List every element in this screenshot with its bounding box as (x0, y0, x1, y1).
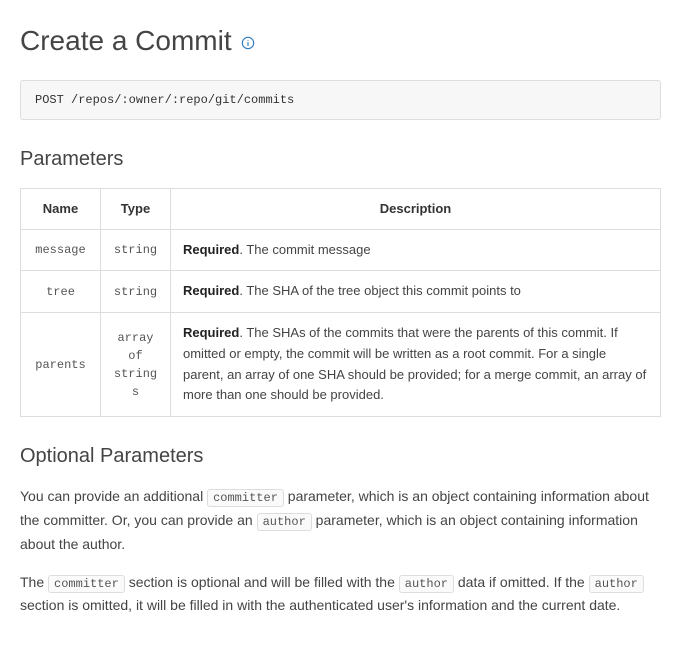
page-title-text: Create a Commit (20, 20, 232, 62)
param-desc: Required. The SHA of the tree object thi… (171, 271, 661, 313)
optional-paragraph-2: The committer section is optional and wi… (20, 571, 661, 619)
param-type: string (101, 271, 171, 313)
col-name: Name (21, 189, 101, 230)
page-title: Create a Commit (20, 20, 661, 62)
optional-parameters-heading: Optional Parameters (20, 441, 661, 471)
required-label: Required (183, 325, 239, 340)
text-segment: You can provide an additional (20, 488, 207, 504)
desc-text: . The SHA of the tree object this commit… (239, 283, 521, 298)
text-segment: section is omitted, it will be filled in… (20, 597, 620, 613)
required-label: Required (183, 283, 239, 298)
endpoint-block: POST /repos/:owner/:repo/git/commits (20, 80, 661, 120)
text-segment: The (20, 574, 48, 590)
col-type: Type (101, 189, 171, 230)
desc-text: . The SHAs of the commits that were the … (183, 325, 646, 402)
code-committer: committer (48, 575, 125, 593)
table-row: message string Required. The commit mess… (21, 229, 661, 271)
code-author: author (257, 513, 312, 531)
text-segment: section is optional and will be filled w… (125, 574, 399, 590)
table-header-row: Name Type Description (21, 189, 661, 230)
table-row: tree string Required. The SHA of the tre… (21, 271, 661, 313)
table-row: parents array of string s Required. The … (21, 313, 661, 417)
parameters-table: Name Type Description message string Req… (20, 188, 661, 417)
code-author: author (589, 575, 644, 593)
param-name: message (21, 229, 101, 271)
param-type: string (101, 229, 171, 271)
optional-paragraph-1: You can provide an additional committer … (20, 485, 661, 556)
param-desc: Required. The commit message (171, 229, 661, 271)
text-segment: data if omitted. If the (454, 574, 589, 590)
endpoint-text: POST /repos/:owner/:repo/git/commits (35, 93, 294, 107)
col-desc: Description (171, 189, 661, 230)
param-name: tree (21, 271, 101, 313)
param-desc: Required. The SHAs of the commits that w… (171, 313, 661, 417)
required-label: Required (183, 242, 239, 257)
parameters-heading: Parameters (20, 144, 661, 174)
param-type: array of string s (101, 313, 171, 417)
info-icon[interactable] (240, 35, 256, 51)
code-author: author (399, 575, 454, 593)
param-name: parents (21, 313, 101, 417)
code-committer: committer (207, 489, 284, 507)
desc-text: . The commit message (239, 242, 370, 257)
